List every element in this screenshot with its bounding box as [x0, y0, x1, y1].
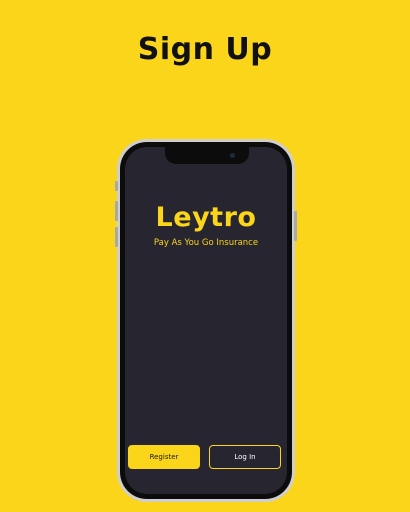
phone-volume-up-button — [115, 201, 118, 221]
app-logo: Leytro — [155, 202, 257, 233]
phone-volume-down-button — [115, 227, 118, 247]
login-button[interactable]: Log In — [209, 445, 281, 469]
phone-screen: Leytro Pay As You Go Insurance Register … — [125, 147, 287, 494]
page-title: Sign Up — [137, 32, 273, 67]
camera-icon — [230, 153, 235, 158]
phone-mute-switch — [115, 181, 118, 191]
register-button[interactable]: Register — [128, 445, 200, 469]
phone-notch — [165, 147, 249, 164]
phone-mockup: Leytro Pay As You Go Insurance Register … — [115, 139, 297, 502]
phone-bezel: Leytro Pay As You Go Insurance Register … — [120, 142, 292, 499]
app-tagline: Pay As You Go Insurance — [153, 238, 259, 248]
phone-power-button — [294, 211, 297, 241]
